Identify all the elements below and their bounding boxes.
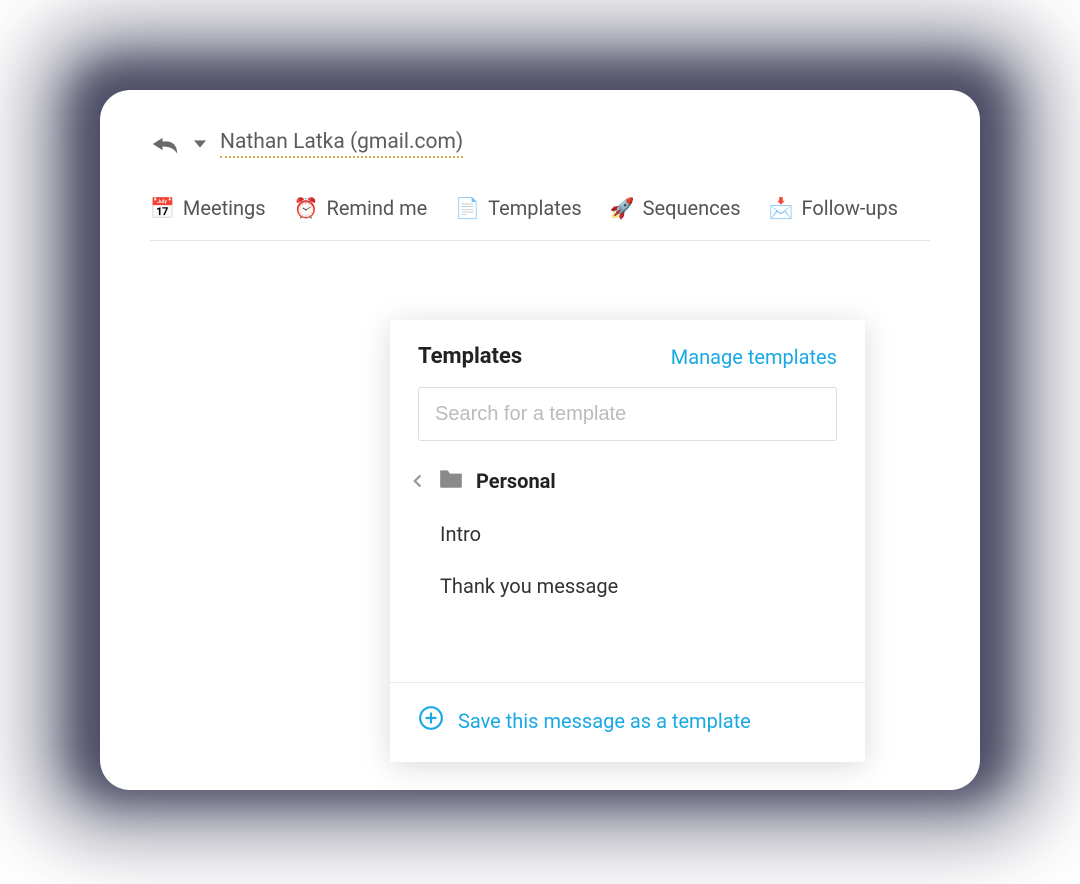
save-as-template-label: Save this message as a template — [458, 709, 751, 733]
template-folder-name: Personal — [476, 469, 556, 493]
toolbar-remind[interactable]: ⏰ Remind me — [294, 196, 428, 220]
toolbar-followups-label: Follow-ups — [801, 196, 898, 220]
manage-templates-link[interactable]: Manage templates — [671, 345, 837, 369]
envelope-icon: 📩 — [769, 198, 794, 218]
template-item[interactable]: Intro — [440, 508, 837, 560]
chevron-left-icon — [412, 469, 426, 493]
document-icon: 📄 — [455, 198, 480, 218]
template-search-wrap — [390, 387, 865, 463]
toolbar-sequences[interactable]: 🚀 Sequences — [610, 196, 741, 220]
toolbar-followups[interactable]: 📩 Follow-ups — [769, 196, 898, 220]
rocket-icon: 🚀 — [610, 198, 635, 218]
templates-dropdown-title: Templates — [418, 344, 522, 369]
compose-window: Nathan Latka (gmail.com) 📅 Meetings ⏰ Re… — [100, 90, 980, 790]
plus-circle-icon — [418, 705, 444, 736]
toolbar-meetings-label: Meetings — [183, 196, 266, 220]
toolbar-sequences-label: Sequences — [643, 196, 741, 220]
template-folder-row[interactable]: Personal — [390, 463, 865, 508]
toolbar-templates-label: Templates — [488, 196, 582, 220]
recipient-row: Nathan Latka (gmail.com) — [150, 130, 930, 158]
template-list: Intro Thank you message — [390, 508, 865, 682]
templates-dropdown: Templates Manage templates Personal Intr… — [390, 320, 865, 762]
toolbar-templates[interactable]: 📄 Templates — [455, 196, 581, 220]
calendar-icon: 📅 — [150, 198, 175, 218]
reply-mode-caret-icon[interactable] — [194, 135, 206, 154]
alarm-icon: ⏰ — [294, 198, 319, 218]
reply-icon[interactable] — [150, 133, 180, 155]
folder-icon — [438, 467, 464, 494]
compose-toolbar: 📅 Meetings ⏰ Remind me 📄 Templates 🚀 Seq… — [150, 186, 930, 241]
recipient-chip[interactable]: Nathan Latka (gmail.com) — [220, 130, 463, 158]
template-search-input[interactable] — [418, 387, 837, 441]
template-item[interactable]: Thank you message — [440, 560, 837, 612]
toolbar-remind-label: Remind me — [327, 196, 428, 220]
templates-dropdown-header: Templates Manage templates — [390, 344, 865, 387]
toolbar-meetings[interactable]: 📅 Meetings — [150, 196, 266, 220]
save-as-template-button[interactable]: Save this message as a template — [390, 682, 865, 762]
